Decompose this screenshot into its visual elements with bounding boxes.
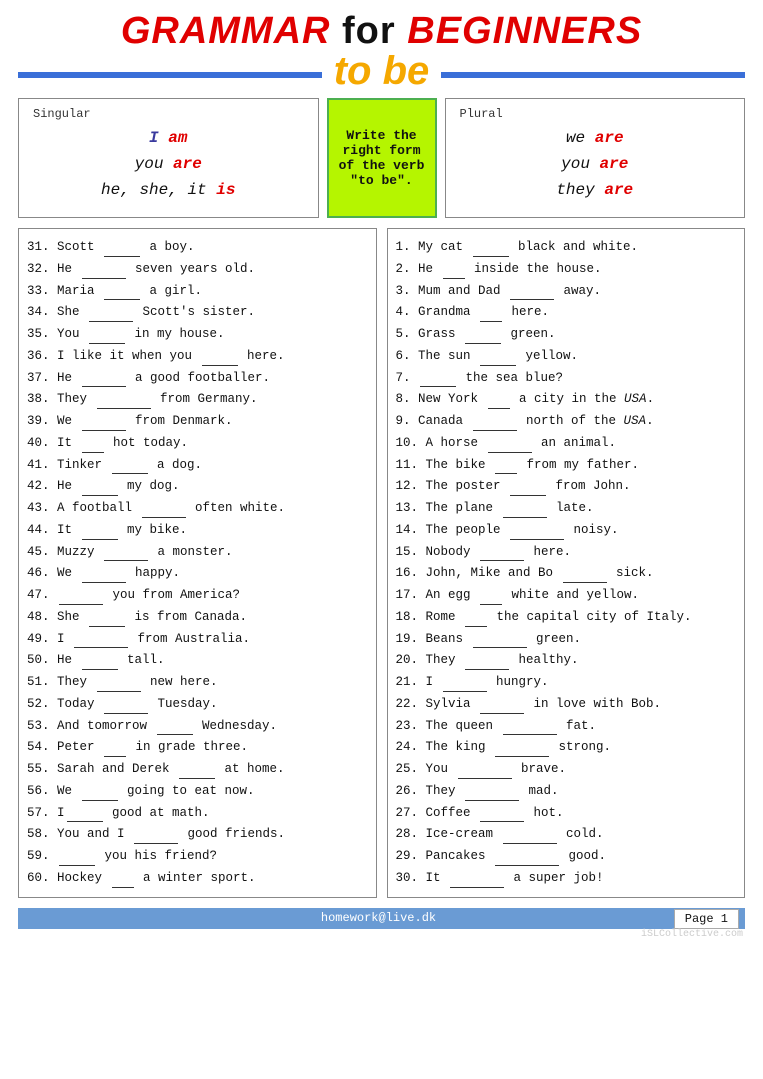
conj-i-am: I am <box>33 129 304 147</box>
list-item: 22. Sylvia in love with Bob. <box>396 695 737 714</box>
list-item: 56. We going to eat now. <box>27 782 368 801</box>
list-item: 45. Muzzy a monster. <box>27 543 368 562</box>
footer-email: homework@live.dk <box>198 911 559 925</box>
tobe-row: to be <box>18 55 745 94</box>
list-item: 15. Nobody here. <box>396 543 737 562</box>
list-item: 54. Peter in grade three. <box>27 738 368 757</box>
list-item: 42. He my dog. <box>27 477 368 496</box>
list-item: 18. Rome the capital city of Italy. <box>396 608 737 627</box>
list-item: 1. My cat black and white. <box>396 238 737 257</box>
list-item: 58. You and I good friends. <box>27 825 368 844</box>
singular-box: Singular I am you are he, she, it is <box>18 98 319 218</box>
plural-box: Plural we are you are they are <box>445 98 746 218</box>
blue-line-left <box>18 72 322 78</box>
list-item: 59. you his friend? <box>27 847 368 866</box>
tobe-title: to be <box>322 49 442 94</box>
list-item: 20. They healthy. <box>396 651 737 670</box>
list-item: 53. And tomorrow Wednesday. <box>27 717 368 736</box>
conj-you-are-s: you are <box>33 155 304 173</box>
list-item: 50. He tall. <box>27 651 368 670</box>
list-item: 8. New York a city in the USA. <box>396 390 737 409</box>
list-item: 7. the sea blue? <box>396 369 737 388</box>
list-item: 52. Today Tuesday. <box>27 695 368 714</box>
list-item: 46. We happy. <box>27 564 368 583</box>
list-item: 47. you from America? <box>27 586 368 605</box>
list-item: 24. The king strong. <box>396 738 737 757</box>
list-item: 26. They mad. <box>396 782 737 801</box>
list-item: 39. We from Denmark. <box>27 412 368 431</box>
list-item: 35. You in my house. <box>27 325 368 344</box>
list-item: 25. You brave. <box>396 760 737 779</box>
conj-you-are-p: you are <box>460 155 731 173</box>
instruction-text: Write the right form of the verb "to be"… <box>339 128 425 188</box>
list-item: 6. The sun yellow. <box>396 347 737 366</box>
list-item: 32. He seven years old. <box>27 260 368 279</box>
list-item: 55. Sarah and Derek at home. <box>27 760 368 779</box>
list-item: 3. Mum and Dad away. <box>396 282 737 301</box>
exercises-section: 31. Scott a boy. 32. He seven years old.… <box>18 228 745 898</box>
list-item: 19. Beans green. <box>396 630 737 649</box>
list-item: 5. Grass green. <box>396 325 737 344</box>
list-item: 34. She Scott's sister. <box>27 303 368 322</box>
list-item: 28. Ice-cream cold. <box>396 825 737 844</box>
main-title: GRAMMAR for BEGINNERS <box>121 10 642 52</box>
list-item: 49. I from Australia. <box>27 630 368 649</box>
footer: homework@live.dk Page 1 <box>18 908 745 929</box>
list-item: 43. A football often white. <box>27 499 368 518</box>
list-item: 29. Pancakes good. <box>396 847 737 866</box>
list-item: 41. Tinker a dog. <box>27 456 368 475</box>
conj-we-are: we are <box>460 129 731 147</box>
list-item: 57. I good at math. <box>27 804 368 823</box>
list-item: 38. They from Germany. <box>27 390 368 409</box>
conjugation-section: Singular I am you are he, she, it is Wri… <box>18 98 745 218</box>
list-item: 13. The plane late. <box>396 499 737 518</box>
list-item: 16. John, Mike and Bo sick. <box>396 564 737 583</box>
footer-right: Page 1 <box>559 911 745 926</box>
list-item: 12. The poster from John. <box>396 477 737 496</box>
list-item: 44. It my bike. <box>27 521 368 540</box>
list-item: 40. It hot today. <box>27 434 368 453</box>
left-exercises: 31. Scott a boy. 32. He seven years old.… <box>18 228 377 898</box>
conj-they-are: they are <box>460 181 731 199</box>
list-item: 31. Scott a boy. <box>27 238 368 257</box>
singular-label: Singular <box>33 107 304 121</box>
list-item: 10. A horse an animal. <box>396 434 737 453</box>
list-item: 21. I hungry. <box>396 673 737 692</box>
blue-line-right <box>441 72 745 78</box>
list-item: 48. She is from Canada. <box>27 608 368 627</box>
right-exercises: 1. My cat black and white. 2. He inside … <box>387 228 746 898</box>
list-item: 2. He inside the house. <box>396 260 737 279</box>
list-item: 27. Coffee hot. <box>396 804 737 823</box>
page-title: GRAMMAR for BEGINNERS to be <box>18 10 745 94</box>
list-item: 14. The people noisy. <box>396 521 737 540</box>
list-item: 23. The queen fat. <box>396 717 737 736</box>
list-item: 36. I like it when you here. <box>27 347 368 366</box>
plural-label: Plural <box>460 107 731 121</box>
list-item: 11. The bike from my father. <box>396 456 737 475</box>
conj-he-is: he, she, it is <box>33 181 304 199</box>
list-item: 30. It a super job! <box>396 869 737 888</box>
instruction-box: Write the right form of the verb "to be"… <box>327 98 437 218</box>
list-item: 60. Hockey a winter sport. <box>27 869 368 888</box>
list-item: 51. They new here. <box>27 673 368 692</box>
list-item: 17. An egg white and yellow. <box>396 586 737 605</box>
list-item: 33. Maria a girl. <box>27 282 368 301</box>
list-item: 4. Grandma here. <box>396 303 737 322</box>
list-item: 37. He a good footballer. <box>27 369 368 388</box>
page-badge: Page 1 <box>674 909 739 929</box>
list-item: 9. Canada north of the USA. <box>396 412 737 431</box>
logo-text: iSLCollective.com <box>18 929 745 940</box>
